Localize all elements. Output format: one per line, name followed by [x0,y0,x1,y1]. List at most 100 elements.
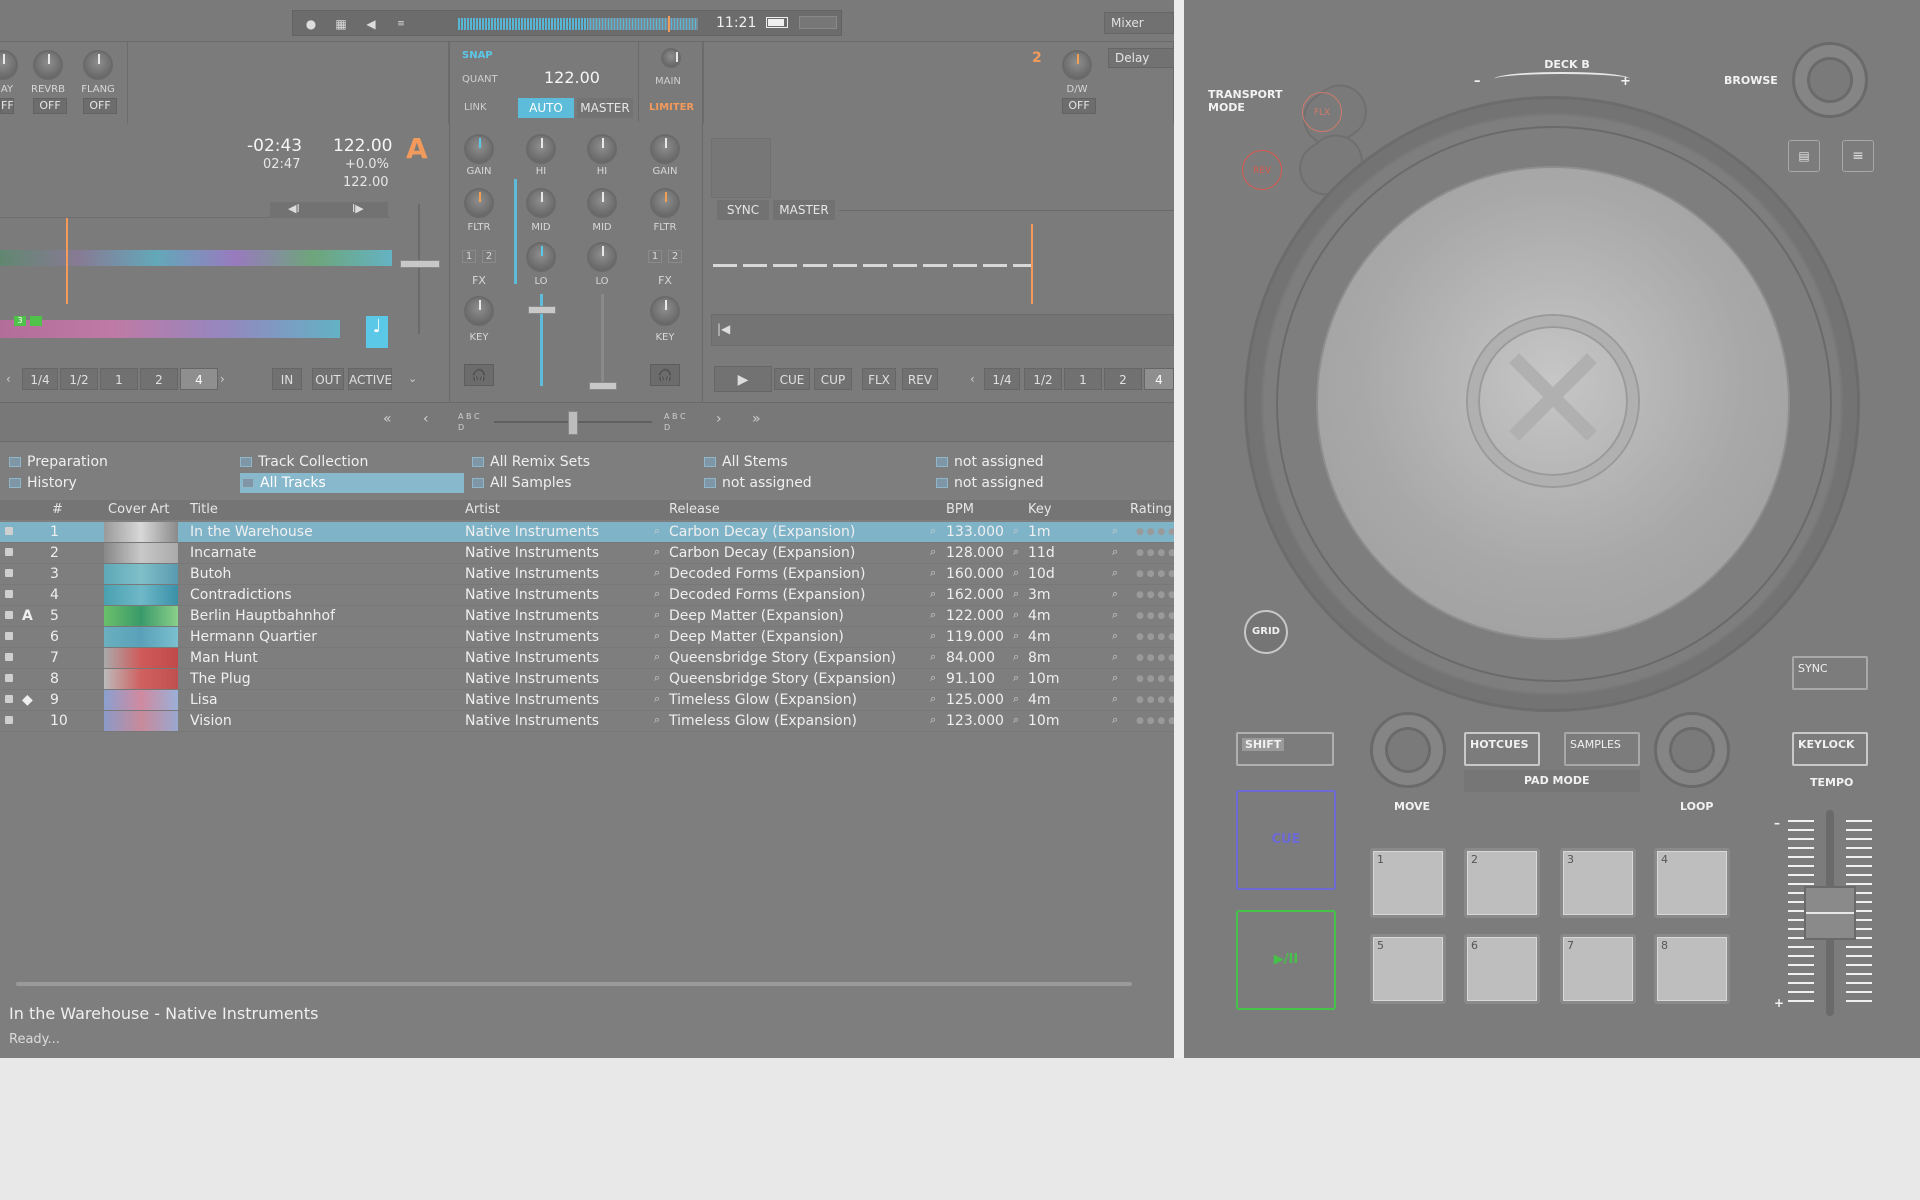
loop-encoder[interactable] [1654,712,1730,788]
fx-effect-select[interactable]: Delay [1108,48,1174,68]
pad-8[interactable]: 8 [1654,934,1730,1004]
rating-stars[interactable]: ● ● ● ● ● [1136,695,1174,705]
deck-a-loop-in[interactable]: IN [272,368,302,390]
xf-right-assign[interactable]: A B C D [664,411,690,433]
tempo-fader-cap[interactable] [1804,886,1856,940]
favorite-history[interactable]: History [9,473,77,493]
ch-a-fx2-assign[interactable]: 2 [482,250,496,263]
favorite-slot-9[interactable]: not assigned [704,473,812,493]
search-icon[interactable]: ⌕ [1112,545,1118,559]
deck-a-jump-forward-icon[interactable]: I▶ [352,202,364,215]
favorite-track-collection[interactable]: Track Collection [240,452,368,472]
col-bpm[interactable]: BPM [946,502,974,517]
deck-a-loop-4[interactable]: 4 [180,368,218,390]
search-icon[interactable]: ⌕ [1112,566,1118,580]
table-row[interactable]: ◆ 9 Lisa Native Instruments ⌕ Timeless Glow (… [0,690,1174,711]
search-icon[interactable]: ⌕ [930,608,936,622]
deck-a-tempo-sync-indicator[interactable]: ♩ [366,316,388,348]
search-icon[interactable]: ⌕ [1013,524,1019,538]
ch-a-filter-knob[interactable] [464,188,494,218]
search-icon[interactable]: ⌕ [1013,545,1019,559]
table-row[interactable]: 7 Man Hunt Native Instruments ⌕ Queensbridge… [0,648,1174,669]
ch-a-headphone-cue[interactable]: 🎧 [464,364,494,386]
favorite-all-samples[interactable]: All Samples [472,473,572,493]
deck-b-play-button[interactable]: ▶ [714,366,772,392]
auto-button[interactable]: AUTO [518,98,574,118]
deck-b-loop-1[interactable]: 1 [1064,368,1102,390]
deck-a-loop-active[interactable]: ACTIVE [348,368,392,390]
search-icon[interactable]: ⌕ [1013,566,1019,580]
fx-knob-1[interactable] [0,50,18,80]
search-icon[interactable]: ⌕ [930,671,936,685]
deck-b-loop-1-4[interactable]: 1/4 [984,368,1020,390]
xf-left-assign[interactable]: A B C D [458,411,484,433]
fx-unit-2-toggle[interactable]: OFF [1062,98,1096,114]
search-icon[interactable]: ⌕ [654,713,660,727]
search-icon[interactable]: ⌕ [1112,671,1118,685]
deck-a-waveform[interactable] [0,250,392,266]
search-icon[interactable]: ⌕ [654,650,660,664]
pad-3[interactable]: 3 [1560,848,1636,918]
ch-a-volume-fader[interactable] [528,306,556,314]
ch-b-filter-knob[interactable] [650,188,680,218]
deck-b-loop-1-2[interactable]: 1/2 [1024,368,1062,390]
layout-selector[interactable]: Mixer [1104,12,1174,34]
search-icon[interactable]: ⌕ [1112,713,1118,727]
search-icon[interactable]: ⌕ [1112,650,1118,664]
ch-b-fx2-assign[interactable]: 2 [668,250,682,263]
load-icon[interactable]: ≡ [393,17,409,31]
search-icon[interactable]: ⌕ [1112,587,1118,601]
search-icon[interactable]: ⌕ [654,545,660,559]
col-title[interactable]: Title [190,502,218,517]
pad-1[interactable]: 1 [1370,848,1446,918]
search-icon[interactable]: ⌕ [654,671,660,685]
ch-b-gain-knob[interactable] [650,134,680,164]
search-icon[interactable]: ⌕ [930,713,936,727]
deck-b-rev-button[interactable]: REV [902,368,938,390]
search-icon[interactable]: ⌕ [654,524,660,538]
deck-a-loop-1-2[interactable]: 1/2 [60,368,98,390]
deck-b-master-button[interactable]: MASTER [773,200,835,220]
deck-b-overview[interactable] [711,314,1174,346]
rating-stars[interactable]: ● ● ● ● ● [1136,674,1174,684]
ch-a-hi-knob[interactable] [526,134,556,164]
favorite-all-remix-sets[interactable]: All Remix Sets [472,452,590,472]
rating-stars[interactable]: ● ● ● ● ● [1136,527,1174,537]
favorite-preparation[interactable]: Preparation [9,452,108,472]
table-row[interactable]: A 5 Berlin Hauptbahnhof Native Instruments ⌕… [0,606,1174,627]
ch-a-mid-knob[interactable] [526,188,556,218]
fx-knob-3[interactable] [83,50,113,80]
favorite-all-tracks[interactable]: All Tracks [240,473,464,493]
table-row[interactable]: 2 Incarnate Native Instruments ⌕ Carbon Deca… [0,543,1174,564]
play-pause-button[interactable]: ▶/II [1236,910,1336,1010]
deck-b-sync-button[interactable]: SYNC [717,200,769,220]
ch-b-mid-knob[interactable] [587,188,617,218]
search-icon[interactable]: ⌕ [930,524,936,538]
table-row[interactable]: 10 Vision Native Instruments ⌕ Timeless Glow… [0,711,1174,732]
rating-stars[interactable]: ● ● ● ● ● [1136,590,1174,600]
snap-button[interactable]: SNAP [462,46,493,66]
sync-button[interactable]: SYNC [1792,656,1868,690]
pad-7[interactable]: 7 [1560,934,1636,1004]
pad-4[interactable]: 4 [1654,848,1730,918]
search-icon[interactable]: ⌕ [930,629,936,643]
pad-2[interactable]: 2 [1464,848,1540,918]
deck-b-cue-button[interactable]: CUE [774,368,810,390]
speaker-icon[interactable]: ◀ [363,17,379,31]
search-icon[interactable]: ⌕ [1013,692,1019,706]
ch-b-hi-knob[interactable] [587,134,617,164]
table-row[interactable]: 6 Hermann Quartier Native Instruments ⌕ Deep… [0,627,1174,648]
search-icon[interactable]: ⌕ [654,566,660,580]
ch-b-lo-knob[interactable] [587,242,617,272]
deck-a-loop-prev-icon[interactable]: ‹ [6,368,20,390]
xf-rewind-icon[interactable]: « [383,411,392,427]
ch-a-fx1-assign[interactable]: 1 [462,250,476,263]
fx-dry-wet-knob[interactable] [1062,50,1092,80]
rating-stars[interactable]: ● ● ● ● ● [1136,611,1174,621]
table-row[interactable]: 3 Butoh Native Instruments ⌕ Decoded Forms (… [0,564,1174,585]
grid-icon[interactable]: ▦ [333,17,349,31]
search-icon[interactable]: ⌕ [1013,713,1019,727]
ch-b-key-knob[interactable] [650,296,680,326]
table-row[interactable]: 8 The Plug Native Instruments ⌕ Queensbridge… [0,669,1174,690]
fx-toggle-3[interactable]: OFF [83,98,117,114]
